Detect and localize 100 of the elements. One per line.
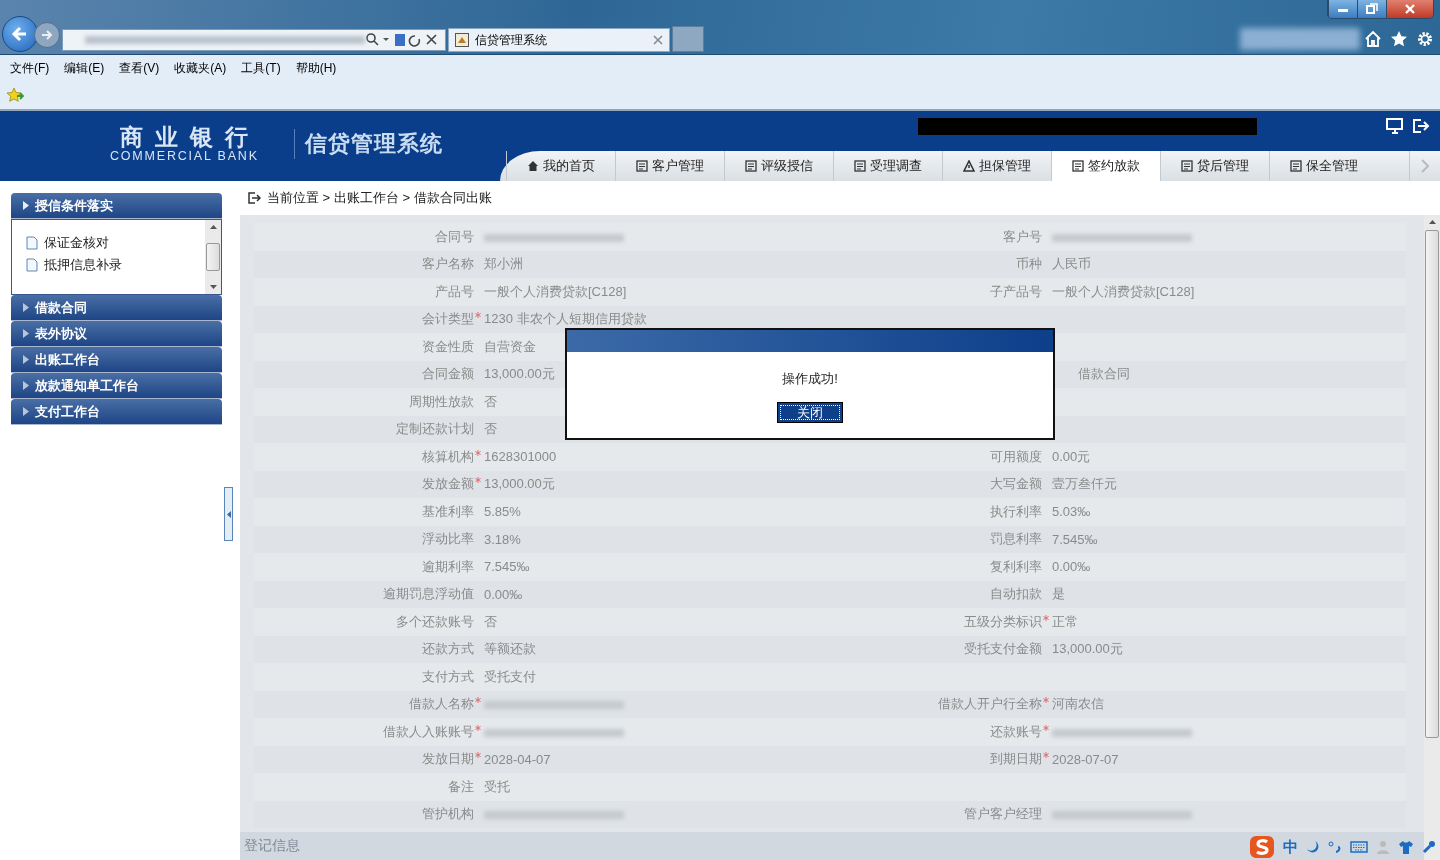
page-icon <box>455 33 469 47</box>
page-icon <box>26 258 38 272</box>
punctuation-icon[interactable] <box>1328 840 1342 854</box>
home-icon[interactable] <box>1364 30 1382 48</box>
back-button[interactable] <box>2 16 38 52</box>
scroll-up-icon[interactable] <box>209 224 217 229</box>
browser-tab[interactable]: 信贷管理系统 <box>448 28 670 52</box>
required-icon <box>1043 697 1049 704</box>
field-value: 13,000.00元 <box>484 476 555 492</box>
sidebar-section-header[interactable]: 支付工作台 <box>11 399 222 425</box>
triangle-right-icon <box>23 303 29 312</box>
required-icon <box>475 477 481 484</box>
required-icon <box>475 697 481 704</box>
field-label: 还款方式 <box>422 640 474 659</box>
shirt-icon[interactable] <box>1398 840 1414 854</box>
menu-item[interactable]: 文件(F) <box>10 59 50 77</box>
menu-item[interactable]: 收藏夹(A) <box>174 59 227 77</box>
field-label: 管户客户经理 <box>964 805 1042 824</box>
required-icon <box>475 449 481 456</box>
sidebar-section-header[interactable]: 授信条件落实 <box>11 193 222 219</box>
field-value: 否 <box>484 393 497 409</box>
scroll-thumb[interactable] <box>1425 230 1439 738</box>
field-value: 正常 <box>1052 613 1078 629</box>
field-label: 币种 <box>1016 255 1042 274</box>
close-button[interactable] <box>1386 0 1433 18</box>
close-icon[interactable] <box>653 35 663 45</box>
restore-button[interactable] <box>1357 0 1386 18</box>
collapse-handle[interactable] <box>224 487 233 541</box>
logout-icon[interactable] <box>1412 118 1430 134</box>
close-dialog-button[interactable]: 关闭 <box>777 402 843 423</box>
scroll-down-icon[interactable] <box>209 285 217 290</box>
field-value: 5.85% <box>484 504 521 520</box>
breadcrumb: 当前位置 > 出账工作台 > 借款合同出账 <box>267 189 492 207</box>
triangle-right-icon <box>23 381 29 390</box>
field-value: 郑小洲 <box>484 256 523 272</box>
field-value: 13,000.00元 <box>1052 641 1123 657</box>
required-icon <box>475 724 481 731</box>
field-value: 自营资金 <box>484 338 536 354</box>
favorites-star-icon[interactable] <box>6 87 24 103</box>
field-value: 1230 非农个人短期信用贷款 <box>484 311 647 327</box>
field-value: 1628301000 <box>484 449 557 465</box>
sidebar-section-header[interactable]: 借款合同 <box>11 295 222 321</box>
moon-icon[interactable] <box>1306 840 1320 854</box>
sidebar-item[interactable]: 保证金核对 <box>26 234 205 252</box>
menu-item[interactable]: 编辑(E) <box>64 59 105 77</box>
field-value: 河南农信 <box>1052 696 1104 712</box>
close-icon <box>1404 4 1416 14</box>
location-icon <box>248 192 261 204</box>
wrench-icon[interactable] <box>1422 840 1436 854</box>
field-value: 5.03‰ <box>1052 504 1091 520</box>
document-icon <box>745 160 757 172</box>
star-icon[interactable] <box>1390 30 1408 48</box>
document-icon <box>854 160 866 172</box>
field-label: 基准利率 <box>422 502 474 521</box>
menu-item[interactable]: 工具(T) <box>241 59 281 77</box>
field-value: 受托支付 <box>484 668 536 684</box>
sidebar-section-header[interactable]: 放款通知单工作台 <box>11 373 222 399</box>
field-value: 7.545‰ <box>484 559 530 575</box>
search-field[interactable] <box>1240 28 1360 50</box>
input-mode[interactable]: 中 <box>1283 837 1298 857</box>
warning-icon <box>963 160 975 172</box>
arrow-right-icon <box>40 28 54 42</box>
field-value: 等额还款 <box>484 641 536 657</box>
page-icon <box>26 236 38 250</box>
field-label: 借款人名称 <box>409 695 474 714</box>
field-value: 2028-07-07 <box>1052 751 1119 767</box>
field-label: 会计类型 <box>422 310 474 329</box>
scroll-up-icon[interactable] <box>1428 219 1436 224</box>
field-label: 发放金额 <box>422 475 474 494</box>
field-value: 否 <box>484 421 497 437</box>
minimize-button[interactable] <box>1328 0 1357 18</box>
triangle-right-icon <box>23 407 29 416</box>
nav-tab[interactable]: 签约放款 <box>1051 151 1160 181</box>
sidebar-section-header[interactable]: 出账工作台 <box>11 347 222 373</box>
address-bar[interactable] <box>62 29 446 51</box>
field-label: 逾期利率 <box>422 557 474 576</box>
field-label: 大写金额 <box>990 475 1042 494</box>
field-label: 支付方式 <box>422 667 474 686</box>
field-label: 罚息利率 <box>990 530 1042 549</box>
required-icon <box>1043 724 1049 731</box>
field-label: 借款人开户行全称 <box>938 695 1042 714</box>
settings-icon[interactable] <box>1416 30 1434 48</box>
required-icon <box>1043 614 1049 621</box>
field-label: 自动扣款 <box>990 585 1042 604</box>
required-icon <box>475 312 481 319</box>
monitor-icon[interactable] <box>1386 118 1404 134</box>
sidebar-section-header[interactable]: 表外协议 <box>11 321 222 347</box>
field-label: 逾期罚息浮动值 <box>383 585 474 604</box>
field-value: 2028-04-07 <box>484 751 551 767</box>
keyboard-icon[interactable] <box>1350 840 1368 854</box>
forward-button[interactable] <box>34 22 60 48</box>
field-label: 受托支付金额 <box>964 640 1042 659</box>
menu-item[interactable]: 查看(V) <box>119 59 160 77</box>
menu-item[interactable]: 帮助(H) <box>295 59 337 77</box>
required-icon <box>475 752 481 759</box>
ime-logo-icon[interactable] <box>1249 835 1275 859</box>
field-label: 管护机构 <box>422 805 474 824</box>
scroll-thumb[interactable] <box>206 243 220 271</box>
field-value: 0.00元 <box>1052 448 1091 464</box>
sidebar-item[interactable]: 抵押信息补录 <box>26 256 205 274</box>
